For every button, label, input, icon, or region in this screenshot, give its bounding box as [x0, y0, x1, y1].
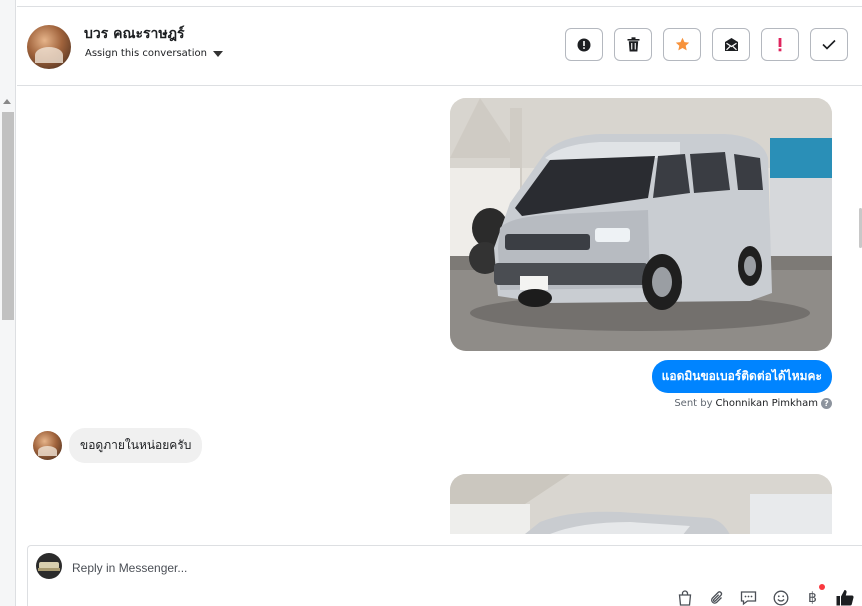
- van-photo-2: [450, 474, 832, 534]
- shop-bag-icon[interactable]: [675, 588, 694, 606]
- reply-composer: ฿: [27, 545, 862, 606]
- saved-reply-icon[interactable]: [739, 588, 758, 606]
- notification-dot: [819, 584, 825, 590]
- mark-spam-button[interactable]: [565, 28, 603, 61]
- sent-by-name: Chonnikan Pimkham: [715, 398, 818, 409]
- page-avatar: [36, 553, 62, 579]
- incoming-message[interactable]: ขอดูภายในหน่อยครับ: [69, 428, 203, 463]
- help-icon[interactable]: ?: [821, 398, 832, 409]
- conversation-list-scrollbar[interactable]: [0, 0, 16, 606]
- scroll-up-arrow-icon[interactable]: [3, 99, 11, 104]
- contact-avatar-small[interactable]: [33, 431, 62, 460]
- scrollbar-thumb[interactable]: [2, 112, 14, 320]
- conversation-header: บวร คณะราษฎร์ Assign this conversation: [17, 6, 862, 86]
- reply-input[interactable]: [72, 559, 572, 577]
- star-button[interactable]: [663, 28, 701, 61]
- mark-done-button[interactable]: [810, 28, 848, 61]
- trash-icon: [627, 37, 639, 52]
- incoming-message-row: ขอดูภายในหน่อยครับ: [33, 428, 203, 463]
- outgoing-message[interactable]: แอดมินขอเบอร์ติดต่อได้ไหมคะ: [651, 360, 832, 393]
- envelope-icon: [724, 38, 738, 51]
- contact-avatar[interactable]: [27, 25, 71, 69]
- caret-down-icon: [212, 50, 223, 57]
- van-photo-attachment[interactable]: [450, 98, 832, 351]
- thumbs-up-icon[interactable]: [835, 588, 854, 606]
- conversation-actions: [565, 28, 848, 61]
- follow-up-button[interactable]: [761, 28, 799, 61]
- alert-circle-icon: [577, 38, 591, 51]
- assign-conversation-dropdown[interactable]: Assign this conversation: [85, 48, 223, 59]
- mark-unread-button[interactable]: [712, 28, 750, 61]
- sent-by-line: Sent by Chonnikan Pimkham ?: [674, 398, 832, 409]
- message-thread[interactable]: แอดมินขอเบอร์ติดต่อได้ไหมคะ Sent by Chon…: [17, 87, 862, 534]
- checkmark-icon: [822, 39, 836, 50]
- assign-label: Assign this conversation: [85, 48, 207, 59]
- emoji-icon[interactable]: [771, 588, 790, 606]
- star-icon: [675, 37, 689, 51]
- composer-tools: ฿: [675, 584, 854, 606]
- van-photo: [450, 98, 832, 351]
- delete-button[interactable]: [614, 28, 652, 61]
- sent-by-prefix: Sent by: [674, 398, 713, 409]
- exclamation-icon: [778, 38, 782, 52]
- baht-payment-icon[interactable]: ฿: [803, 584, 825, 606]
- baht-label: ฿: [808, 589, 817, 606]
- messenger-inbox: บวร คณะราษฎร์ Assign this conversation แ…: [0, 0, 862, 606]
- paperclip-icon[interactable]: [707, 588, 726, 606]
- van-photo-attachment-2[interactable]: [450, 474, 832, 534]
- contact-name[interactable]: บวร คณะราษฎร์: [84, 23, 185, 45]
